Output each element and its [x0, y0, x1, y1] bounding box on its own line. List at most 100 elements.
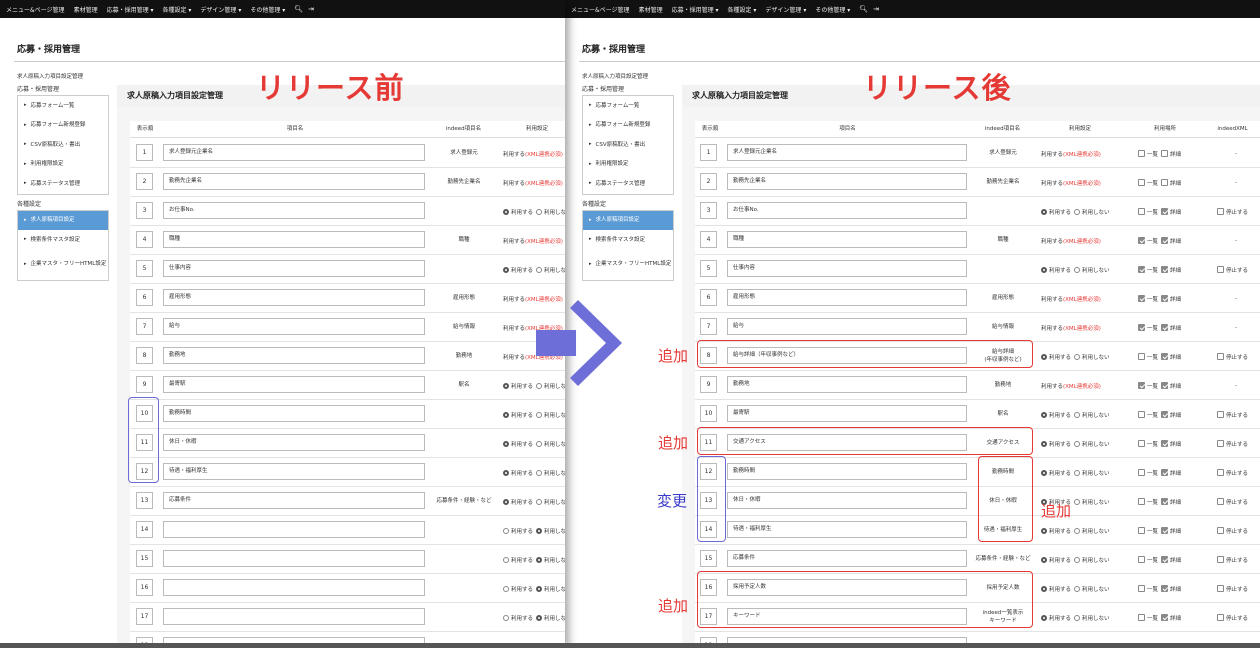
sidebar-item-csv[interactable]: ▸ CSV原稿取込・書出 [18, 135, 108, 155]
nav-item-settings[interactable]: 各種設定 ▾ [728, 5, 757, 14]
order-input[interactable]: 17 [136, 608, 153, 625]
radio-use[interactable] [1041, 440, 1047, 447]
radio-use[interactable] [1041, 585, 1047, 592]
radio-nouse[interactable] [536, 498, 543, 505]
sidebar-item-form-list[interactable]: ▸ 応募フォーム一覧 [583, 96, 673, 116]
radio-nouse[interactable] [1074, 527, 1081, 534]
radio-use[interactable] [1041, 411, 1047, 418]
checkbox-list[interactable] [1138, 150, 1145, 157]
item-name-input[interactable]: 勤務先企業名 [163, 173, 425, 190]
checkbox-stop[interactable] [1217, 585, 1224, 592]
nav-item-recruitment[interactable]: 応募・採用管理 ▾ [107, 5, 154, 14]
radio-nouse[interactable] [536, 440, 543, 447]
checkbox-list[interactable] [1138, 324, 1145, 331]
order-input[interactable]: 15 [700, 550, 717, 567]
checkbox-list[interactable] [1138, 556, 1145, 563]
radio-use[interactable] [503, 527, 509, 534]
radio-nouse[interactable] [1074, 498, 1081, 505]
item-name-input[interactable]: 求人登録元企業名 [163, 144, 425, 161]
sidebar-item-status[interactable]: ▸ 応募ステータス管理 [583, 174, 673, 194]
order-input[interactable]: 4 [136, 231, 153, 248]
checkbox-stop[interactable] [1217, 498, 1224, 505]
item-name-input[interactable]: 待遇・福利厚生 [727, 521, 967, 538]
radio-use[interactable] [503, 208, 509, 215]
checkbox-list[interactable] [1138, 469, 1145, 476]
checkbox-stop[interactable] [1217, 208, 1224, 215]
order-input[interactable]: 2 [700, 173, 717, 190]
radio-use[interactable] [503, 266, 509, 273]
radio-use[interactable] [503, 556, 509, 563]
checkbox-detail[interactable] [1161, 440, 1169, 447]
nav-item-design[interactable]: デザイン管理 ▾ [200, 5, 241, 14]
sidebar-item-permission[interactable]: ▸ 利用権限設定 [583, 155, 673, 175]
sidebar-item-permission[interactable]: ▸ 利用権限設定 [18, 155, 108, 175]
radio-nouse[interactable] [536, 469, 543, 476]
item-name-input[interactable]: 応募条件 [163, 492, 425, 509]
sidebar-item-form-new[interactable]: ▸ 応募フォーム新規登録 [583, 116, 673, 136]
radio-use[interactable] [1041, 208, 1047, 215]
search-icon[interactable]: 🔍︎ [859, 5, 868, 13]
radio-nouse[interactable] [536, 585, 543, 592]
nav-item-menu-page[interactable]: メニュー&ページ管理 [571, 5, 630, 14]
radio-nouse[interactable] [1074, 614, 1081, 621]
radio-use[interactable] [503, 440, 509, 447]
sidebar-item-form-list[interactable]: ▸ 応募フォーム一覧 [18, 96, 108, 116]
checkbox-list[interactable] [1138, 382, 1145, 389]
radio-nouse[interactable] [536, 411, 543, 418]
bottom-scrollbar[interactable] [0, 643, 1260, 648]
sidebar-item-job-fields[interactable]: ▸ 求人原稿項目設定 [583, 210, 673, 230]
checkbox-list[interactable] [1138, 498, 1145, 505]
item-name-input[interactable] [163, 608, 425, 625]
sidebar-item-job-fields[interactable]: ▸ 求人原稿項目設定 [18, 210, 108, 230]
item-name-input[interactable]: 休日・休暇 [163, 434, 425, 451]
nav-item-menu-page[interactable]: メニュー&ページ管理 [6, 5, 65, 14]
order-input[interactable]: 4 [700, 231, 717, 248]
item-name-input[interactable]: 休日・休暇 [727, 492, 967, 509]
radio-use[interactable] [503, 469, 509, 476]
item-name-input[interactable]: 待遇・福利厚生 [163, 463, 425, 480]
item-name-input[interactable] [163, 579, 425, 596]
item-name-input[interactable]: 応募条件 [727, 550, 967, 567]
checkbox-list[interactable] [1138, 411, 1145, 418]
order-input[interactable]: 3 [700, 202, 717, 219]
radio-nouse[interactable] [536, 208, 543, 215]
item-name-input[interactable]: 最寄駅 [163, 376, 425, 393]
nav-item-materials[interactable]: 素材管理 [639, 5, 663, 14]
logout-icon[interactable]: ⇥ [873, 5, 879, 13]
order-input[interactable]: 13 [136, 492, 153, 509]
checkbox-detail[interactable] [1161, 237, 1169, 244]
checkbox-detail[interactable] [1161, 353, 1169, 360]
checkbox-list[interactable] [1138, 585, 1145, 592]
order-input[interactable]: 8 [136, 347, 153, 364]
item-name-input[interactable]: 最寄駅 [727, 405, 967, 422]
order-input[interactable]: 1 [700, 144, 717, 161]
checkbox-stop[interactable] [1217, 614, 1224, 621]
order-input[interactable]: 7 [136, 318, 153, 335]
checkbox-detail[interactable] [1161, 295, 1169, 302]
radio-nouse[interactable] [1074, 411, 1081, 418]
item-name-input[interactable]: 仕事内容 [727, 260, 967, 277]
nav-item-other[interactable]: その他管理 ▾ [815, 5, 850, 14]
checkbox-detail[interactable] [1161, 324, 1169, 331]
checkbox-detail[interactable] [1161, 208, 1169, 215]
radio-use[interactable] [1041, 353, 1047, 360]
order-input[interactable]: 10 [700, 405, 717, 422]
item-name-input[interactable]: 求人登録元企業名 [727, 144, 967, 161]
order-input[interactable]: 5 [136, 260, 153, 277]
checkbox-detail[interactable] [1161, 527, 1169, 534]
logout-icon[interactable]: ⇥ [308, 5, 314, 13]
search-icon[interactable]: 🔍︎ [294, 5, 303, 13]
order-input[interactable]: 6 [136, 289, 153, 306]
sidebar-item-search-master[interactable]: ▸ 検索条件マスタ設定 [583, 230, 673, 250]
item-name-input[interactable]: 給与 [727, 318, 967, 335]
checkbox-detail[interactable] [1161, 498, 1169, 505]
item-name-input[interactable]: 勤務時間 [163, 405, 425, 422]
checkbox-detail[interactable] [1161, 556, 1169, 563]
order-input[interactable]: 9 [700, 376, 717, 393]
item-name-input[interactable]: 雇用形態 [727, 289, 967, 306]
radio-use[interactable] [503, 411, 509, 418]
item-name-input[interactable]: 勤務地 [163, 347, 425, 364]
order-input[interactable]: 14 [136, 521, 153, 538]
radio-nouse[interactable] [536, 266, 543, 273]
nav-item-settings[interactable]: 各種設定 ▾ [163, 5, 192, 14]
